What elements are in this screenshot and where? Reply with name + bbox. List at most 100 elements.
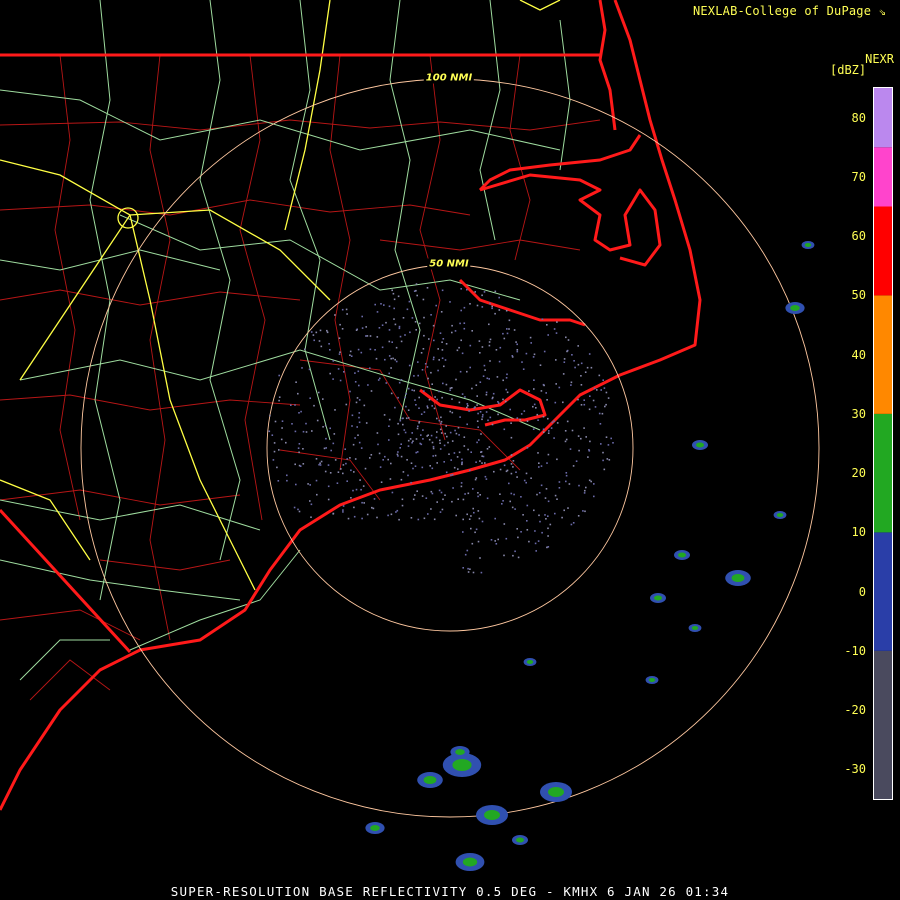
clear-air-return [468,518,471,520]
clear-air-return [402,471,405,473]
clear-air-return [395,511,397,513]
clear-air-return [399,335,402,338]
clear-air-return [376,516,378,519]
clear-air-return [578,449,580,452]
clear-air-return [342,509,344,511]
clear-air-return [460,288,462,290]
clear-air-return [461,458,463,461]
clear-air-return [584,371,587,373]
clear-air-return [415,438,418,440]
clear-air-return [286,474,288,477]
clear-air-return [337,471,340,473]
clear-air-return [600,389,602,391]
clear-air-return [520,496,522,498]
clear-air-return [512,460,515,462]
clear-air-return [580,362,583,365]
clear-air-return [485,391,488,394]
clear-air-return [437,369,439,372]
clear-air-return [441,396,443,399]
clear-air-return [588,479,591,482]
clear-air-return [444,359,447,361]
clear-air-return [351,414,354,417]
clear-air-return [382,459,384,461]
clear-air-return [434,396,436,398]
clear-air-return [544,497,547,499]
clear-air-return [309,397,311,399]
clear-air-return [503,464,506,467]
clear-air-return [449,301,451,303]
clear-air-return [467,567,469,570]
clear-air-return [346,458,348,460]
clear-air-return [442,498,444,501]
clear-air-return [418,322,421,325]
clear-air-return [451,411,454,414]
clear-air-return [458,451,461,454]
clear-air-return [435,436,438,439]
clear-air-return [476,404,478,406]
dbz-tick-label: 0 [858,584,866,599]
clear-air-return [587,456,589,458]
clear-air-return [485,478,488,480]
clear-air-return [388,329,391,331]
clear-air-return [463,327,466,330]
clear-air-return [459,322,461,325]
clear-air-return [547,535,549,537]
clear-air-return [354,372,356,374]
clear-air-return [406,308,409,311]
clear-air-return [397,433,400,436]
clear-air-return [583,492,586,494]
clear-air-return [447,441,449,444]
clear-air-return [439,332,442,334]
echo-core [526,660,534,664]
clear-air-return [542,415,545,418]
clear-air-return [412,440,414,442]
clear-air-return [508,319,511,322]
clear-air-return [424,363,427,365]
clear-air-return [269,414,271,417]
clear-air-return [474,478,477,481]
clear-air-return [276,466,278,469]
clear-air-return [478,340,481,342]
clear-air-return [523,410,526,412]
clear-air-return [482,414,484,416]
echo-core [731,574,745,582]
clear-air-return [538,466,540,468]
clear-air-return [467,448,469,451]
clear-air-return [318,340,321,342]
clear-air-return [578,484,580,487]
clear-air-return [436,398,438,401]
clear-air-return [563,358,566,360]
clear-air-return [370,454,373,456]
clear-air-return [558,487,561,489]
dbz-tick-label: -20 [844,703,866,718]
clear-air-return [430,508,432,510]
range-ring-50 [266,264,634,632]
clear-air-return [603,387,606,389]
clear-air-return [514,508,516,510]
clear-air-return [454,330,457,332]
clear-air-return [498,360,501,363]
clear-air-return [358,384,360,387]
clear-air-return [411,317,414,319]
clear-air-return [310,503,313,506]
clear-air-return [585,436,587,438]
clear-air-return [356,426,358,428]
radar-map [0,0,820,871]
clear-air-return [425,497,428,499]
clear-air-return [506,391,509,394]
clear-air-return [462,567,464,569]
clear-air-return [604,405,606,408]
clear-air-return [396,453,399,456]
clear-air-return [408,364,411,367]
clear-air-return [495,349,498,351]
clear-air-return [442,338,445,340]
clear-air-return [417,361,419,363]
clear-air-return [494,290,497,293]
clear-air-return [492,392,495,395]
clear-air-return [477,412,479,415]
clear-air-return [432,445,435,448]
clear-air-return [421,495,424,497]
clear-air-return [516,417,519,419]
clear-air-return [389,478,392,480]
clear-air-return [547,334,549,336]
